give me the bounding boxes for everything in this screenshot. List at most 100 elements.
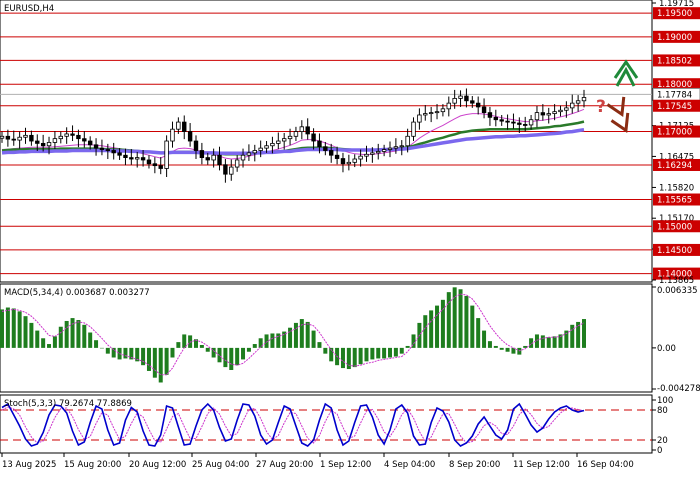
trading-chart: 1.197151.195001.190001.185021.180001.177… [0, 0, 700, 500]
candle-body [199, 150, 205, 158]
candle-body [387, 147, 393, 150]
candle-body [111, 150, 116, 154]
macd-bar [458, 289, 463, 348]
candle-body [334, 154, 340, 159]
macd-bar [223, 347, 228, 368]
candle-body [264, 145, 269, 149]
candle-body [364, 153, 369, 157]
macd-tick-label: 0.00 [657, 344, 676, 354]
candle-body [381, 149, 387, 152]
macd-bar [70, 318, 75, 348]
candle-body [193, 140, 199, 151]
macd-bar [446, 292, 451, 348]
candle-body [70, 133, 75, 136]
candle-body [281, 138, 287, 142]
macd-bar [76, 320, 81, 348]
candle-body [470, 100, 475, 104]
macd-bar [252, 344, 257, 348]
stoch-tick-label: 0 [657, 446, 662, 456]
macd-bar [164, 347, 169, 375]
macd-bar [352, 347, 357, 368]
macd-bar [499, 347, 504, 350]
candle-body [246, 152, 252, 156]
macd-bar [229, 347, 234, 370]
macd-bar [393, 347, 398, 357]
price-level-label: 1.17545 [657, 102, 692, 112]
candle-body [346, 161, 352, 165]
macd-bar [476, 318, 481, 348]
macd-bar [258, 338, 263, 348]
macd-bar [546, 337, 551, 348]
candle-body [411, 121, 416, 137]
time-tick-label: 13 Aug 2025 [2, 460, 56, 470]
macd-bar [146, 347, 151, 371]
candle-body [82, 138, 87, 142]
price-level-label: 1.18502 [657, 56, 692, 66]
candle-body [211, 154, 216, 161]
current-price-label: 1.17784 [657, 90, 692, 100]
macd-bar [470, 305, 475, 348]
stoch-tick-label: 80 [657, 406, 668, 416]
candle-body [487, 112, 493, 118]
macd-bar [88, 332, 93, 348]
candle-body [0, 135, 5, 139]
macd-bar [429, 310, 434, 348]
candle-body [276, 140, 281, 144]
candle-body [117, 152, 122, 156]
macd-bar [264, 334, 269, 348]
candle-body [305, 126, 310, 135]
macd-bar [305, 321, 310, 348]
candle-body [523, 124, 528, 126]
macd-bar [346, 347, 351, 370]
macd-bar [52, 336, 57, 348]
candle-body [270, 142, 275, 147]
macd-bar [170, 347, 175, 358]
candle-body [446, 102, 451, 110]
candle-body [311, 133, 316, 142]
candle-body [405, 135, 410, 147]
candle-body [293, 131, 299, 137]
price-tick-label: 1.13865 [659, 276, 694, 286]
question-mark-icon: ? [596, 97, 606, 117]
candle-body [58, 135, 63, 140]
candle-body [135, 157, 140, 160]
macd-bar [523, 345, 528, 348]
candle-body [170, 128, 175, 142]
candle-body [340, 158, 346, 165]
candle-body [464, 95, 469, 102]
candle-body [575, 100, 581, 104]
price-tick-label: 1.15820 [659, 183, 694, 193]
candle-body [123, 154, 128, 158]
candle-body [152, 163, 158, 167]
candle-body [564, 107, 569, 111]
macd-bar [152, 347, 157, 378]
candle-body [76, 134, 81, 140]
price-level-label: 1.15000 [657, 222, 692, 232]
macd-bar [388, 347, 392, 358]
candle-body [505, 120, 510, 123]
candle-body [452, 98, 457, 104]
candle-body [329, 150, 334, 156]
candle-body [205, 157, 210, 161]
time-tick-label: 8 Sep 20:00 [449, 460, 500, 470]
candle-body [182, 121, 187, 132]
price-level-label: 1.19000 [657, 33, 692, 43]
candle-body [40, 142, 46, 147]
candle-body [287, 135, 293, 140]
macd-bar [241, 347, 246, 360]
candle-body [217, 154, 222, 166]
macd-bar [482, 330, 487, 348]
candle-body [552, 111, 557, 114]
candle-body [481, 106, 487, 114]
candle-body [440, 108, 446, 113]
candle-body [475, 102, 481, 108]
candle-body [93, 144, 99, 149]
macd-bar [0, 309, 4, 348]
macd-bar [376, 347, 381, 359]
candle-body [17, 136, 22, 141]
candle-body [570, 102, 575, 109]
macd-bar [94, 340, 99, 348]
macd-bar [41, 338, 46, 348]
macd-bar [246, 347, 251, 352]
candle-body [140, 157, 146, 161]
